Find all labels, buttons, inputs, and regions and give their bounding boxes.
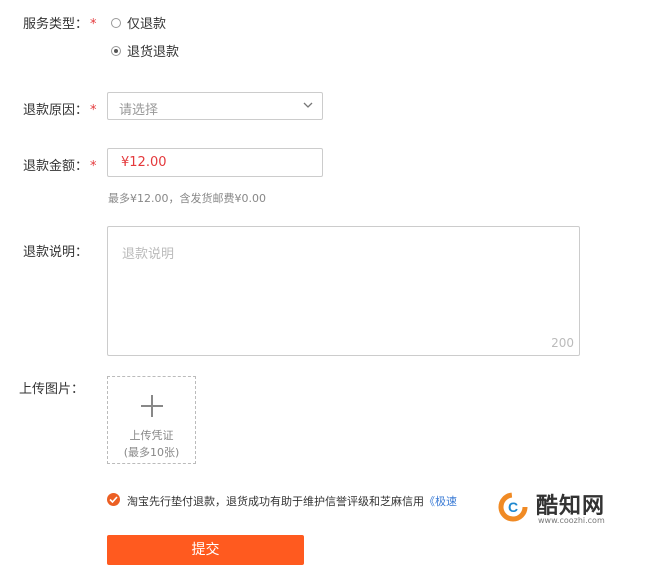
reason-select[interactable]: 请选择 bbox=[107, 92, 323, 120]
upload-label: 上传图片： bbox=[19, 378, 84, 397]
radio-label: 仅退款 bbox=[127, 17, 167, 32]
upload-text: 上传凭证 bbox=[129, 429, 174, 442]
reason-label: 退款原因： * bbox=[23, 99, 97, 118]
desc-label-text: 退款说明： bbox=[23, 245, 89, 260]
amount-value: ¥12.00 bbox=[121, 155, 167, 170]
radio-return-refund[interactable]: 退货退款 bbox=[111, 41, 179, 60]
notice-link[interactable]: 《极速 bbox=[424, 495, 457, 508]
upload-limit-text: (最多10张) bbox=[123, 446, 180, 459]
submit-button[interactable]: 提交 bbox=[107, 535, 304, 565]
reason-label-text: 退款原因： bbox=[23, 103, 89, 118]
required-mark: * bbox=[90, 17, 97, 32]
radio-label: 退货退款 bbox=[127, 45, 180, 60]
chevron-down-icon bbox=[303, 102, 313, 108]
amount-hint: 最多¥12.00，含发货邮费¥0.00 bbox=[108, 192, 266, 205]
desc-placeholder: 退款说明 bbox=[122, 247, 175, 262]
watermark-url: www.coozhi.com bbox=[538, 516, 605, 525]
coozhi-logo-icon: C bbox=[498, 492, 528, 522]
reason-placeholder: 请选择 bbox=[119, 103, 159, 118]
radio-refund-only[interactable]: 仅退款 bbox=[111, 13, 166, 32]
watermark: C 酷知网 www.coozhi.com bbox=[494, 488, 659, 528]
service-type-label: 服务类型： * bbox=[23, 13, 97, 32]
char-counter: 200 bbox=[551, 336, 574, 350]
service-type-label-text: 服务类型： bbox=[23, 17, 89, 32]
radio-icon[interactable] bbox=[111, 17, 121, 28]
notice-body: 淘宝先行垫付退款，退货成功有助于维护信誉评级和芝麻信用 bbox=[127, 495, 424, 508]
required-mark: * bbox=[90, 103, 97, 118]
desc-label: 退款说明： bbox=[23, 241, 88, 260]
upload-label-text: 上传图片： bbox=[19, 382, 85, 397]
plus-icon bbox=[141, 395, 163, 417]
agree-checkbox[interactable] bbox=[107, 493, 120, 506]
notice-text: 淘宝先行垫付退款，退货成功有助于维护信誉评级和芝麻信用《极速 bbox=[127, 493, 457, 509]
upload-button[interactable]: 上传凭证 (最多10张) bbox=[107, 376, 196, 464]
amount-label: 退款金额： * bbox=[23, 155, 97, 174]
amount-input[interactable]: ¥12.00 bbox=[107, 148, 323, 177]
radio-checked-icon[interactable] bbox=[111, 45, 121, 56]
svg-text:C: C bbox=[508, 499, 518, 515]
required-mark: * bbox=[90, 159, 97, 174]
desc-textarea[interactable]: 退款说明 200 bbox=[107, 226, 580, 356]
check-icon bbox=[109, 496, 118, 503]
amount-label-text: 退款金额： bbox=[23, 159, 89, 174]
